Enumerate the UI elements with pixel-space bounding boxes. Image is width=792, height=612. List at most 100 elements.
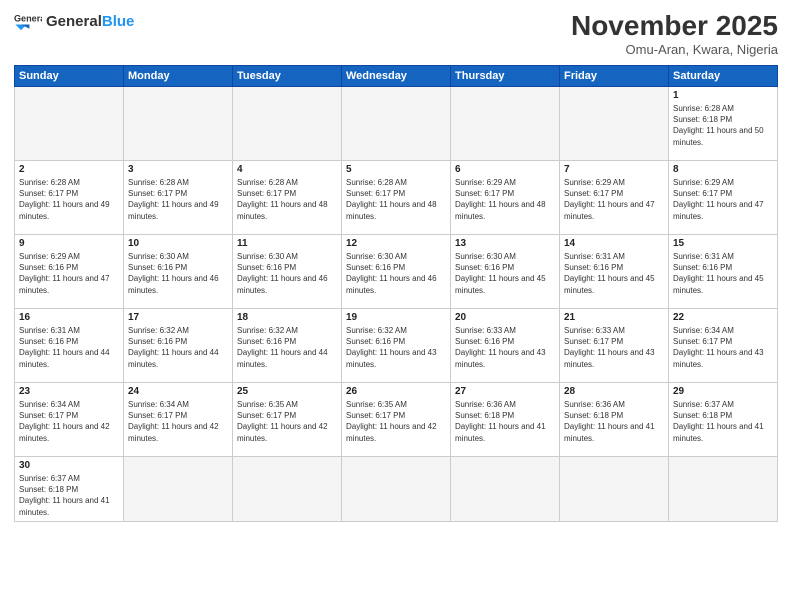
calendar-row: 9 Sunrise: 6:29 AMSunset: 6:16 PMDaylight… xyxy=(15,235,778,309)
table-row: 14 Sunrise: 6:31 AMSunset: 6:16 PMDayligh… xyxy=(560,235,669,309)
logo-blue: Blue xyxy=(102,13,135,30)
table-row: 10Sunrise: 6:30 AMSunset: 6:16 PMDayligh… xyxy=(124,235,233,309)
table-row: 21 Sunrise: 6:33 AMSunset: 6:17 PMDayligh… xyxy=(560,309,669,383)
location: Omu-Aran, Kwara, Nigeria xyxy=(571,42,778,57)
header-sunday: Sunday xyxy=(15,66,124,87)
day-info: Sunrise: 6:28 AMSunset: 6:17 PMDaylight:… xyxy=(19,177,119,222)
table-row xyxy=(342,457,451,522)
table-row: 16Sunrise: 6:31 AMSunset: 6:16 PMDayligh… xyxy=(15,309,124,383)
day-info: Sunrise: 6:29 AMSunset: 6:17 PMDaylight:… xyxy=(455,177,555,222)
day-number: 13 xyxy=(455,238,555,249)
day-info: Sunrise: 6:33 AMSunset: 6:16 PMDaylight:… xyxy=(455,325,555,370)
header: General GeneralBlue November 2025 Omu-Ar… xyxy=(14,10,778,57)
day-number: 14 xyxy=(564,238,664,249)
table-row xyxy=(451,457,560,522)
table-row: 19Sunrise: 6:32 AMSunset: 6:16 PMDayligh… xyxy=(342,309,451,383)
day-info: Sunrise: 6:36 AMSunset: 6:18 PMDaylight:… xyxy=(455,399,555,444)
day-number: 7 xyxy=(564,164,664,175)
day-number: 24 xyxy=(128,386,228,397)
table-row: 26 Sunrise: 6:35 AMSunset: 6:17 PMDayligh… xyxy=(342,383,451,457)
table-row: 18 Sunrise: 6:32 AMSunset: 6:16 PMDayligh… xyxy=(233,309,342,383)
day-info: Sunrise: 6:33 AMSunset: 6:17 PMDaylight:… xyxy=(564,325,664,370)
day-info: Sunrise: 6:34 AMSunset: 6:17 PMDaylight:… xyxy=(673,325,773,370)
table-row: 9 Sunrise: 6:29 AMSunset: 6:16 PMDaylight… xyxy=(15,235,124,309)
table-row: 7Sunrise: 6:29 AMSunset: 6:17 PMDaylight… xyxy=(560,161,669,235)
month-title: November 2025 xyxy=(571,10,778,42)
calendar-header-row: Sunday Monday Tuesday Wednesday Thursday… xyxy=(15,66,778,87)
table-row: 27 Sunrise: 6:36 AMSunset: 6:18 PMDayligh… xyxy=(451,383,560,457)
table-row xyxy=(124,457,233,522)
day-number: 6 xyxy=(455,164,555,175)
header-tuesday: Tuesday xyxy=(233,66,342,87)
day-number: 25 xyxy=(237,386,337,397)
day-number: 5 xyxy=(346,164,446,175)
day-info: Sunrise: 6:29 AMSunset: 6:17 PMDaylight:… xyxy=(673,177,773,222)
header-friday: Friday xyxy=(560,66,669,87)
table-row: 30Sunrise: 6:37 AMSunset: 6:18 PMDayligh… xyxy=(15,457,124,522)
table-row: 17 Sunrise: 6:32 AMSunset: 6:16 PMDayligh… xyxy=(124,309,233,383)
day-number: 15 xyxy=(673,238,773,249)
day-number: 22 xyxy=(673,312,773,323)
day-number: 11 xyxy=(237,238,337,249)
calendar-row: 2Sunrise: 6:28 AMSunset: 6:17 PMDaylight… xyxy=(15,161,778,235)
day-info: Sunrise: 6:37 AMSunset: 6:18 PMDaylight:… xyxy=(673,399,773,444)
day-number: 30 xyxy=(19,460,119,471)
header-saturday: Saturday xyxy=(669,66,778,87)
day-number: 1 xyxy=(673,90,773,101)
svg-text:General: General xyxy=(14,14,42,24)
calendar-row: 16Sunrise: 6:31 AMSunset: 6:16 PMDayligh… xyxy=(15,309,778,383)
day-number: 29 xyxy=(673,386,773,397)
day-info: Sunrise: 6:30 AMSunset: 6:16 PMDaylight:… xyxy=(455,251,555,296)
header-wednesday: Wednesday xyxy=(342,66,451,87)
logo-icon: General xyxy=(14,10,42,32)
day-number: 17 xyxy=(128,312,228,323)
table-row: 1 Sunrise: 6:28 AMSunset: 6:18 PMDaylight… xyxy=(669,87,778,161)
page: General GeneralBlue November 2025 Omu-Ar… xyxy=(0,0,792,612)
day-info: Sunrise: 6:34 AMSunset: 6:17 PMDaylight:… xyxy=(128,399,228,444)
day-number: 18 xyxy=(237,312,337,323)
table-row xyxy=(669,457,778,522)
table-row: 20Sunrise: 6:33 AMSunset: 6:16 PMDayligh… xyxy=(451,309,560,383)
day-info: Sunrise: 6:28 AMSunset: 6:17 PMDaylight:… xyxy=(128,177,228,222)
header-thursday: Thursday xyxy=(451,66,560,87)
day-number: 27 xyxy=(455,386,555,397)
table-row: 25 Sunrise: 6:35 AMSunset: 6:17 PMDayligh… xyxy=(233,383,342,457)
day-number: 3 xyxy=(128,164,228,175)
day-number: 12 xyxy=(346,238,446,249)
table-row: 13 Sunrise: 6:30 AMSunset: 6:16 PMDayligh… xyxy=(451,235,560,309)
table-row: 3 Sunrise: 6:28 AMSunset: 6:17 PMDaylight… xyxy=(124,161,233,235)
day-number: 9 xyxy=(19,238,119,249)
table-row: 22 Sunrise: 6:34 AMSunset: 6:17 PMDayligh… xyxy=(669,309,778,383)
table-row: 11 Sunrise: 6:30 AMSunset: 6:16 PMDayligh… xyxy=(233,235,342,309)
title-block: November 2025 Omu-Aran, Kwara, Nigeria xyxy=(571,10,778,57)
header-monday: Monday xyxy=(124,66,233,87)
table-row: 24 Sunrise: 6:34 AMSunset: 6:17 PMDayligh… xyxy=(124,383,233,457)
day-number: 8 xyxy=(673,164,773,175)
table-row xyxy=(560,457,669,522)
table-row xyxy=(233,87,342,161)
day-info: Sunrise: 6:30 AMSunset: 6:16 PMDaylight:… xyxy=(128,251,228,296)
table-row xyxy=(451,87,560,161)
day-number: 28 xyxy=(564,386,664,397)
table-row: 5Sunrise: 6:28 AMSunset: 6:17 PMDaylight… xyxy=(342,161,451,235)
day-info: Sunrise: 6:35 AMSunset: 6:17 PMDaylight:… xyxy=(346,399,446,444)
day-number: 21 xyxy=(564,312,664,323)
day-info: Sunrise: 6:30 AMSunset: 6:16 PMDaylight:… xyxy=(346,251,446,296)
day-info: Sunrise: 6:31 AMSunset: 6:16 PMDaylight:… xyxy=(564,251,664,296)
table-row xyxy=(560,87,669,161)
day-number: 19 xyxy=(346,312,446,323)
calendar-row: 1 Sunrise: 6:28 AMSunset: 6:18 PMDaylight… xyxy=(15,87,778,161)
day-info: Sunrise: 6:29 AMSunset: 6:16 PMDaylight:… xyxy=(19,251,119,296)
day-info: Sunrise: 6:36 AMSunset: 6:18 PMDaylight:… xyxy=(564,399,664,444)
day-info: Sunrise: 6:28 AMSunset: 6:17 PMDaylight:… xyxy=(237,177,337,222)
table-row: 23Sunrise: 6:34 AMSunset: 6:17 PMDayligh… xyxy=(15,383,124,457)
table-row: 28 Sunrise: 6:36 AMSunset: 6:18 PMDayligh… xyxy=(560,383,669,457)
day-info: Sunrise: 6:35 AMSunset: 6:17 PMDaylight:… xyxy=(237,399,337,444)
day-info: Sunrise: 6:32 AMSunset: 6:16 PMDaylight:… xyxy=(128,325,228,370)
day-info: Sunrise: 6:28 AMSunset: 6:18 PMDaylight:… xyxy=(673,103,773,148)
day-number: 26 xyxy=(346,386,446,397)
day-info: Sunrise: 6:30 AMSunset: 6:16 PMDaylight:… xyxy=(237,251,337,296)
table-row xyxy=(342,87,451,161)
day-info: Sunrise: 6:32 AMSunset: 6:16 PMDaylight:… xyxy=(237,325,337,370)
table-row xyxy=(124,87,233,161)
